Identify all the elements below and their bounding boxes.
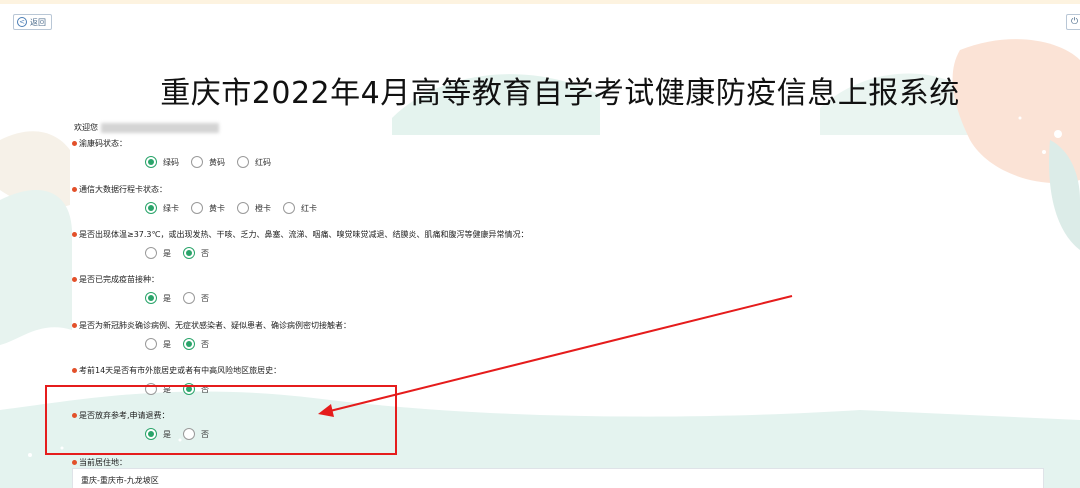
- radio-empty-icon[interactable]: [145, 247, 157, 259]
- address-value: 重庆-重庆市-九龙坡区: [81, 476, 159, 485]
- welcome-prefix: 欢迎您: [74, 123, 98, 132]
- radio-selected-icon[interactable]: [145, 156, 157, 168]
- radio-option[interactable]: 是: [145, 292, 171, 304]
- required-dot-icon: [72, 232, 77, 237]
- required-dot-icon: [72, 460, 77, 465]
- question-itinerary-card-label: 通信大数据行程卡状态：: [72, 184, 167, 195]
- radio-option[interactable]: 红码: [237, 156, 271, 168]
- address-label: 当前居住地：: [72, 457, 127, 468]
- question-travel-history-label: 考前14天是否有市外旅居史或者有中高风险地区旅居史：: [72, 365, 281, 376]
- question-vaccination-options: 是 否: [145, 292, 221, 304]
- back-button[interactable]: < 返回: [13, 14, 52, 30]
- required-dot-icon: [72, 277, 77, 282]
- radio-option[interactable]: 橙卡: [237, 202, 271, 214]
- required-dot-icon: [72, 187, 77, 192]
- question-vaccination-label: 是否已完成疫苗接种：: [72, 274, 159, 285]
- page-title: 重庆市2022年4月高等教育自学考试健康防疫信息上报系统: [160, 76, 960, 111]
- power-icon: ⏻: [1071, 17, 1079, 27]
- required-dot-icon: [72, 141, 77, 146]
- radio-empty-icon[interactable]: [145, 338, 157, 350]
- question-symptoms-label: 是否出现体温≥37.3℃，或出现发热、干咳、乏力、鼻塞、流涕、咽痛、嗅觉味觉减退…: [72, 229, 529, 240]
- question-health-code-label: 渝康码状态：: [72, 138, 127, 149]
- radio-option[interactable]: 黄卡: [191, 202, 225, 214]
- radio-option[interactable]: 否: [183, 247, 209, 259]
- radio-option[interactable]: 是: [145, 247, 171, 259]
- required-dot-icon: [72, 323, 77, 328]
- radio-selected-icon[interactable]: [183, 247, 195, 259]
- radio-option[interactable]: 绿码: [145, 156, 179, 168]
- question-symptoms-options: 是 否: [145, 247, 221, 259]
- radio-selected-icon[interactable]: [145, 292, 157, 304]
- radio-empty-icon[interactable]: [283, 202, 295, 214]
- radio-empty-icon[interactable]: [191, 156, 203, 168]
- radio-empty-icon[interactable]: [191, 202, 203, 214]
- welcome-line: 欢迎您: [74, 122, 219, 133]
- radio-empty-icon[interactable]: [237, 202, 249, 214]
- top-strip: [0, 0, 1080, 4]
- radio-option[interactable]: 绿卡: [145, 202, 179, 214]
- back-button-label: 返回: [30, 17, 46, 27]
- logout-button[interactable]: ⏻: [1066, 14, 1080, 30]
- radio-option[interactable]: 是: [145, 338, 171, 350]
- annotation-highlight-box: [45, 385, 397, 455]
- username-redacted: [101, 122, 219, 133]
- question-health-code-options: 绿码 黄码 红码: [145, 156, 283, 168]
- radio-empty-icon[interactable]: [183, 292, 195, 304]
- address-field[interactable]: 重庆-重庆市-九龙坡区: [72, 468, 1044, 488]
- radio-option[interactable]: 否: [183, 338, 209, 350]
- radio-option[interactable]: 黄码: [191, 156, 225, 168]
- question-itinerary-card-options: 绿卡 黄卡 橙卡 红卡: [145, 202, 329, 214]
- radio-selected-icon[interactable]: [145, 202, 157, 214]
- back-arrow-icon: <: [17, 17, 27, 27]
- question-covid-case-options: 是 否: [145, 338, 221, 350]
- question-covid-case-label: 是否为新冠肺炎确诊病例、无症状感染者、疑似患者、确诊病例密切接触者：: [72, 320, 351, 331]
- radio-option[interactable]: 否: [183, 292, 209, 304]
- radio-empty-icon[interactable]: [237, 156, 249, 168]
- radio-selected-icon[interactable]: [183, 338, 195, 350]
- radio-option[interactable]: 红卡: [283, 202, 317, 214]
- required-dot-icon: [72, 368, 77, 373]
